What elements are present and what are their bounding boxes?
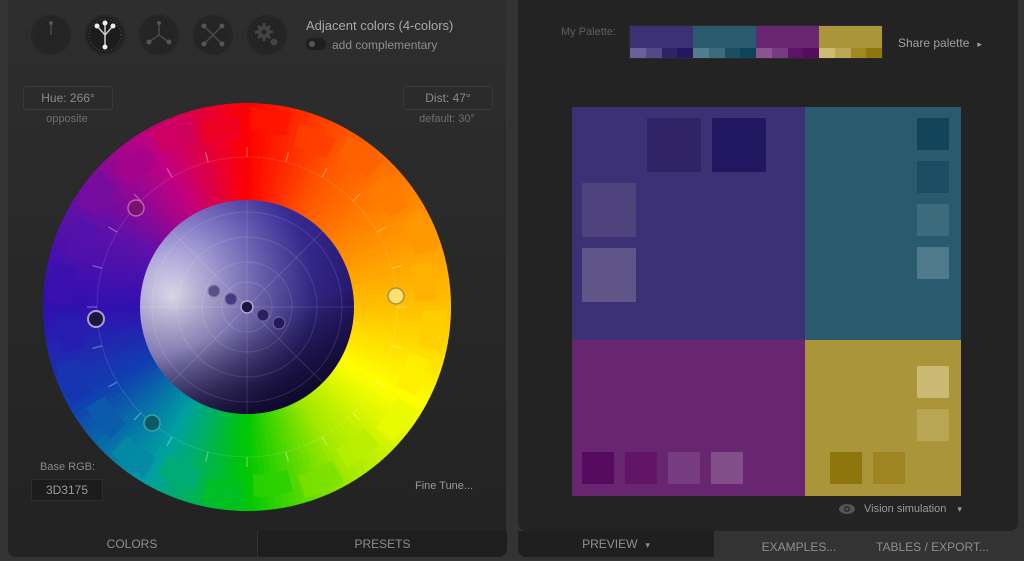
- preview-swatch: [917, 161, 949, 193]
- palette-shade-swatch[interactable]: [866, 48, 882, 58]
- palette-shade-swatch[interactable]: [677, 48, 693, 58]
- palette-shade-swatch[interactable]: [834, 48, 851, 58]
- preview-swatch: [917, 409, 949, 441]
- tab-colors[interactable]: COLORS: [8, 531, 256, 557]
- preview-swatch: [582, 248, 636, 302]
- hue-marker[interactable]: [127, 199, 145, 217]
- shade-marker[interactable]: [224, 292, 238, 306]
- complementary-toggle[interactable]: [306, 38, 326, 50]
- scheme-triad-button[interactable]: [138, 14, 180, 56]
- fine-tune-link[interactable]: Fine Tune...: [415, 480, 473, 492]
- hue-marker[interactable]: [387, 287, 405, 305]
- palette-shade-swatch[interactable]: [630, 48, 646, 58]
- preview-swatch: [711, 452, 743, 484]
- preview-primary: [572, 107, 805, 340]
- gear-icon: [250, 18, 284, 52]
- scheme-mono-button[interactable]: [30, 14, 72, 56]
- adjacent-scheme-icon: [88, 18, 122, 52]
- preview-tertiary: [572, 340, 805, 496]
- shade-marker[interactable]: [256, 308, 270, 322]
- shade-marker[interactable]: [272, 316, 286, 330]
- hue-step-block: [250, 107, 292, 136]
- palette-shade-swatch[interactable]: [756, 48, 772, 58]
- palette-shade-swatch[interactable]: [693, 48, 709, 58]
- palette-color-group[interactable]: [756, 26, 819, 58]
- tab-tables-export[interactable]: TABLES / EXPORT...: [870, 534, 995, 560]
- shade-marker[interactable]: [207, 284, 221, 298]
- palette-main-swatch[interactable]: [819, 26, 882, 48]
- palette-color-group[interactable]: [693, 26, 756, 58]
- palette-shade-swatch[interactable]: [740, 48, 756, 58]
- preview-swatch: [647, 118, 701, 172]
- palette-shade-swatch[interactable]: [850, 48, 867, 58]
- palette-shades: [630, 48, 693, 58]
- hue-marker[interactable]: [143, 414, 161, 432]
- palette-main-swatch[interactable]: [693, 26, 756, 48]
- preview-swatch: [917, 366, 949, 398]
- palette-shade-swatch[interactable]: [645, 48, 662, 58]
- palette-shade-swatch[interactable]: [819, 48, 835, 58]
- preview-accent: [805, 340, 961, 496]
- palette-shades: [756, 48, 819, 58]
- mono-scheme-icon: [34, 18, 68, 52]
- preview-swatch: [917, 118, 949, 150]
- palette-shade-swatch[interactable]: [771, 48, 788, 58]
- palette-main-swatch[interactable]: [756, 26, 819, 48]
- hue-step-block: [202, 478, 244, 507]
- palette-shades: [819, 48, 882, 58]
- scheme-adjacent-button[interactable]: [84, 14, 126, 56]
- triad-scheme-icon: [142, 18, 176, 52]
- preview-swatch: [712, 118, 766, 172]
- scheme-title: Adjacent colors (4-colors): [306, 18, 454, 33]
- tab-preview[interactable]: PREVIEW: [518, 531, 714, 557]
- scheme-tetrad-button[interactable]: [192, 14, 234, 56]
- scheme-custom-button[interactable]: [246, 14, 288, 56]
- palette-color-group[interactable]: [819, 26, 882, 58]
- palette-strip[interactable]: [629, 25, 883, 59]
- tab-preview-label: PREVIEW: [582, 537, 638, 551]
- palette-shades: [693, 48, 756, 58]
- base-rgb-label: Base RGB:: [40, 461, 96, 473]
- color-wheel[interactable]: [43, 103, 451, 511]
- palette-color-group[interactable]: [630, 26, 693, 58]
- base-shade-marker[interactable]: [240, 300, 254, 314]
- palette-shade-swatch[interactable]: [708, 48, 725, 58]
- preview-swatch: [668, 452, 700, 484]
- tab-examples[interactable]: EXAMPLES...: [745, 534, 853, 560]
- palette-shade-swatch[interactable]: [661, 48, 678, 58]
- hue-step-block: [47, 262, 76, 304]
- complementary-label: add complementary: [332, 38, 438, 52]
- tetrad-scheme-icon: [196, 18, 230, 52]
- preview-swatch: [830, 452, 862, 484]
- preview-swatch: [873, 452, 905, 484]
- base-rgb-input[interactable]: [31, 479, 103, 501]
- my-palette-label: My Palette:: [561, 26, 617, 38]
- preview-swatch: [582, 452, 614, 484]
- hue-step-block: [418, 310, 447, 352]
- tab-presets[interactable]: PRESETS: [257, 531, 507, 557]
- palette-main-swatch[interactable]: [630, 26, 693, 48]
- preview-secondary: [805, 107, 961, 340]
- eye-icon: [839, 504, 855, 515]
- preview-swatch: [917, 204, 949, 236]
- palette-shade-swatch[interactable]: [787, 48, 804, 58]
- preview-swatch: [917, 247, 949, 279]
- preview-swatch: [582, 183, 636, 237]
- preview-swatch: [625, 452, 657, 484]
- vision-simulation-label: Vision simulation: [864, 503, 947, 515]
- vision-simulation-dropdown[interactable]: Vision simulation: [838, 503, 962, 515]
- palette-shade-swatch[interactable]: [803, 48, 819, 58]
- palette-shade-swatch[interactable]: [724, 48, 741, 58]
- palette-preview: [572, 107, 961, 496]
- share-palette-button[interactable]: Share palette: [898, 36, 982, 50]
- base-hue-marker[interactable]: [87, 310, 105, 328]
